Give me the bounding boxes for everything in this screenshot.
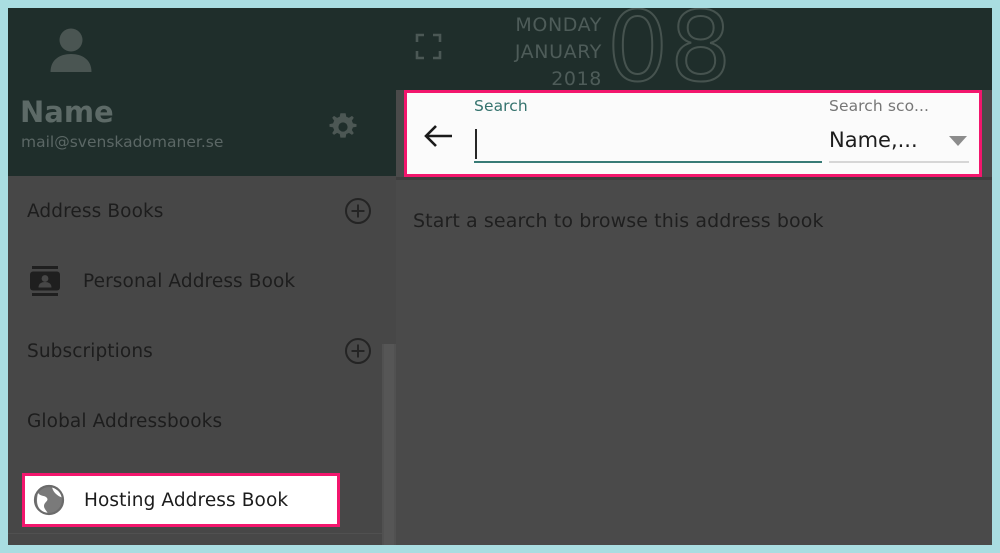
gear-icon[interactable]	[326, 110, 360, 144]
main-content-area: Start a search to browse this address bo…	[396, 180, 992, 545]
account-email: mail@svenskadomaner.se	[21, 133, 224, 151]
section-label: Global Addressbooks	[27, 410, 223, 432]
arrow-left-icon[interactable]	[423, 121, 455, 151]
add-subscription-plus-icon[interactable]	[344, 337, 372, 365]
list-item-label: Hosting Address Book	[84, 489, 289, 511]
search-input-underline	[474, 126, 822, 163]
account-name: Name	[20, 95, 114, 129]
sidebar-section-address-books[interactable]: Address Books	[8, 176, 396, 246]
main-pane: MONDAY JANUARY 2018 08 Search Search sco…	[396, 8, 992, 545]
sidebar-section-global-addressbooks[interactable]: Global Addressbooks	[8, 386, 396, 456]
search-scope-label: Search sco...	[829, 97, 930, 115]
search-bar: Search Search sco... Name,...	[404, 90, 982, 177]
main-date-header: MONDAY JANUARY 2018 08	[396, 8, 992, 90]
add-address-book-plus-icon[interactable]	[344, 197, 372, 225]
fullscreen-expand-icon[interactable]	[415, 33, 442, 60]
search-scope-dropdown[interactable]: Search sco... Name,...	[829, 97, 969, 163]
sidebar-footer-strip	[8, 533, 396, 545]
empty-state-message: Start a search to browse this address bo…	[413, 210, 824, 232]
list-item-label: Personal Address Book	[83, 270, 296, 292]
date-day-number: 08	[606, 8, 734, 90]
search-field-group: Search	[474, 97, 822, 163]
search-label: Search	[474, 97, 528, 115]
date-weekday: MONDAY	[515, 14, 602, 36]
avatar-person-icon	[42, 22, 100, 80]
sidebar-account-header: Name mail@svenskadomaner.se	[8, 8, 396, 176]
address-book-list: Address Books Personal Address Book Subs…	[8, 176, 396, 545]
section-label: Subscriptions	[27, 340, 153, 362]
list-item-hosting-address-book[interactable]: Hosting Address Book	[22, 473, 340, 527]
date-text-block: MONDAY JANUARY 2018	[452, 8, 602, 90]
date-year: 2018	[551, 68, 602, 90]
sidebar: Name mail@svenskadomaner.se Address Book…	[8, 8, 396, 545]
date-month: JANUARY	[514, 41, 602, 64]
app-window: Name mail@svenskadomaner.se Address Book…	[8, 8, 992, 545]
contact-card-icon	[26, 262, 64, 300]
chevron-down-icon[interactable]	[949, 135, 967, 146]
list-item-personal-address-book[interactable]: Personal Address Book	[8, 246, 396, 316]
sidebar-scrollbar-thumb[interactable]	[384, 344, 394, 545]
globe-icon	[32, 483, 66, 517]
sidebar-scrollbar[interactable]	[382, 344, 396, 545]
search-scope-value: Name,...	[829, 127, 918, 152]
search-scope-control[interactable]: Name,...	[829, 127, 969, 163]
search-input[interactable]	[474, 126, 822, 161]
sidebar-section-subscriptions[interactable]: Subscriptions	[8, 316, 396, 386]
section-label: Address Books	[27, 200, 164, 222]
